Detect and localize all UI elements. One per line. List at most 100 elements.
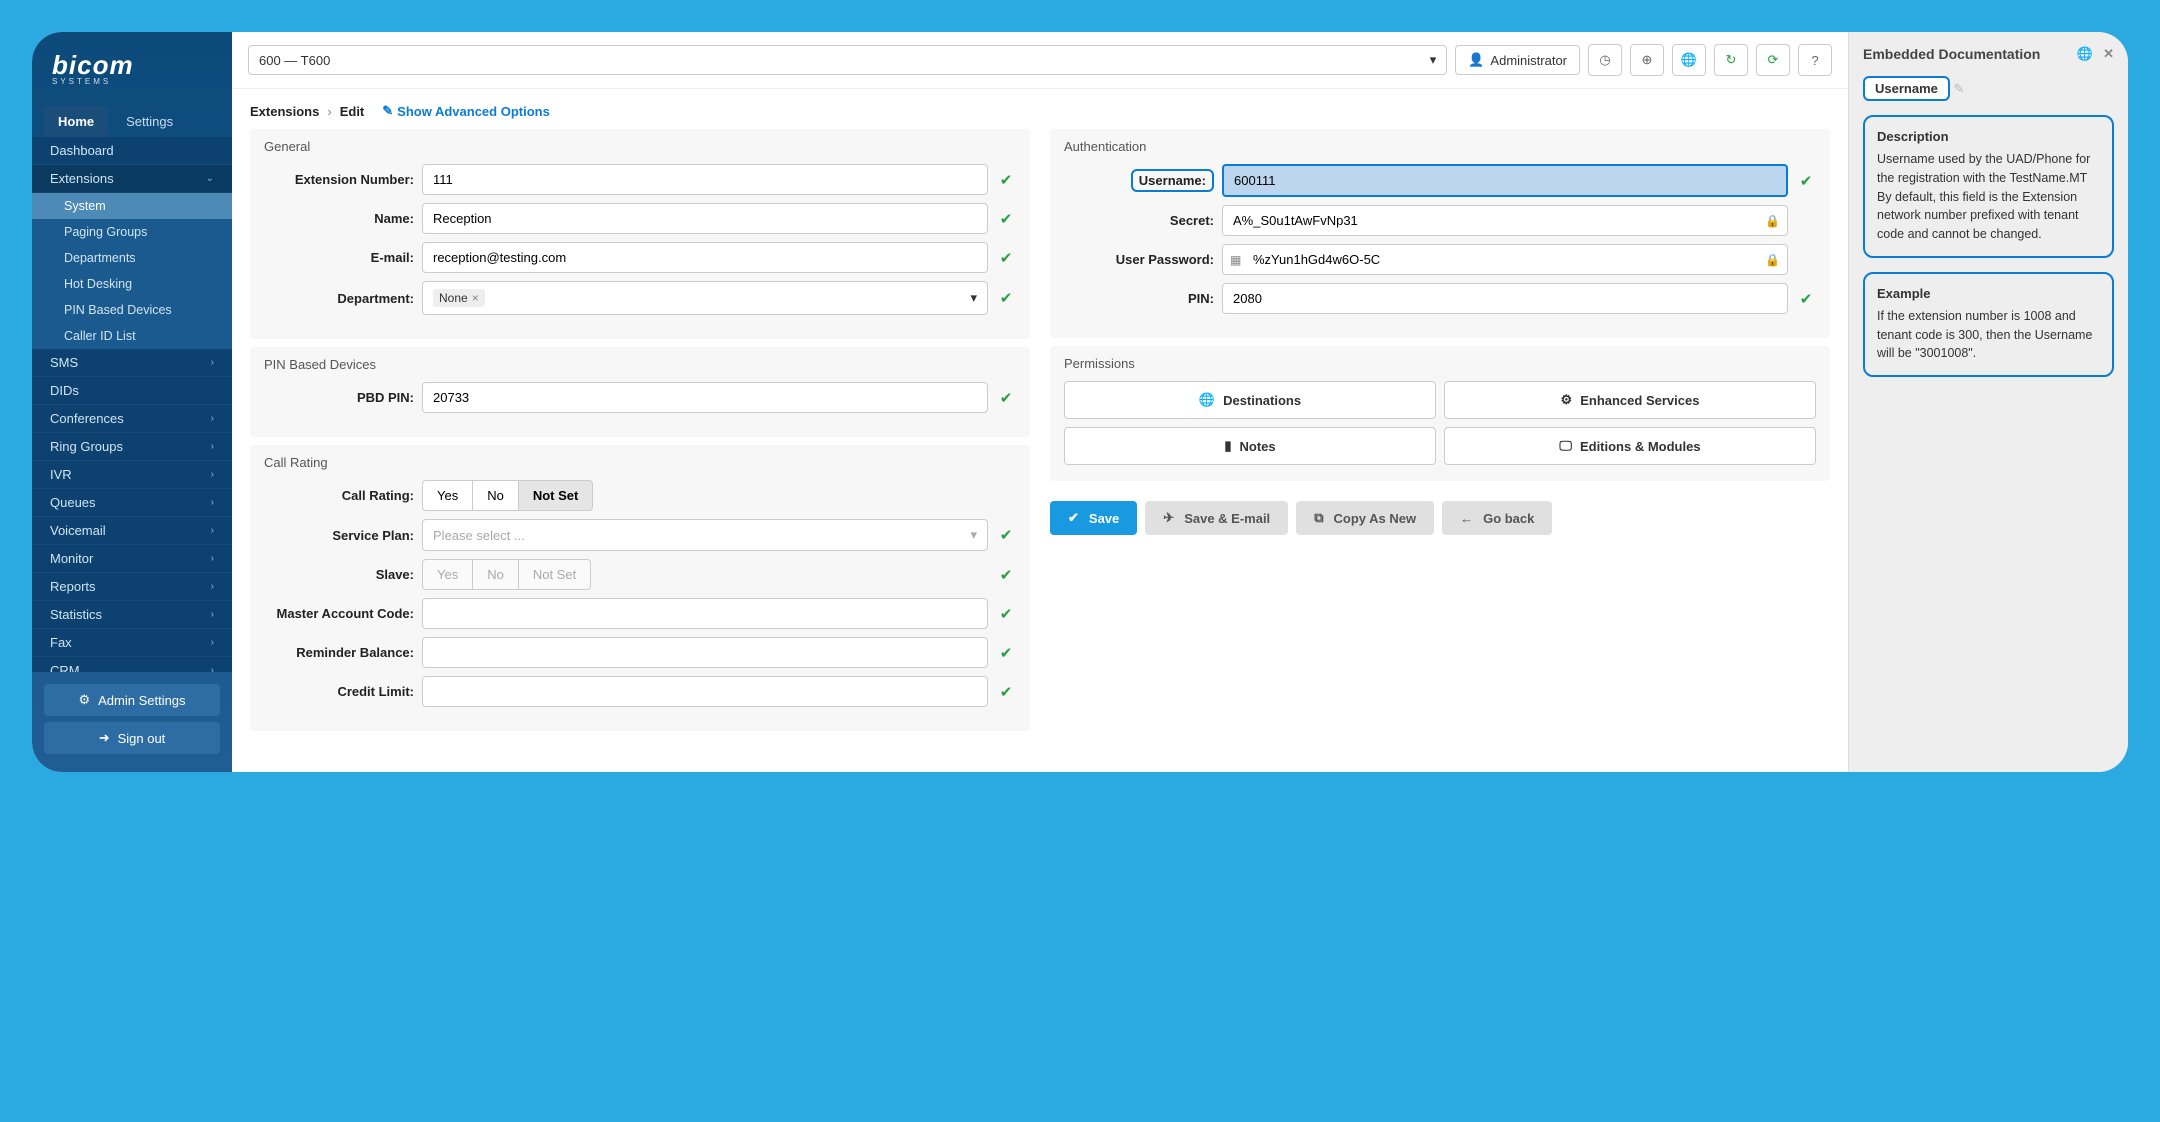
doc-field-tag: Username [1863,76,1950,101]
tab-settings[interactable]: Settings [112,106,187,137]
tenant-select[interactable]: 600 — T600▾ [248,45,1447,75]
email-input[interactable] [422,242,988,273]
user-menu[interactable]: 👤Administrator [1455,45,1580,75]
nav-voicemail[interactable]: Voicemail› [32,517,232,545]
panel-pbd-title: PIN Based Devices [264,357,1016,372]
help-icon-button[interactable]: ? [1798,44,1832,76]
sign-out-button[interactable]: ➜Sign out [44,722,220,754]
check-icon: ✔ [996,683,1016,701]
nav-ext-system[interactable]: System [32,193,232,219]
tab-home[interactable]: Home [44,106,108,137]
master-account-code-input[interactable] [422,598,988,629]
service-plan-select[interactable]: Please select ...▾ [422,519,988,551]
panel-general: General Extension Number:✔ Name:✔ E-mail… [250,129,1030,339]
call-rating-no[interactable]: No [472,480,519,511]
show-advanced-link[interactable]: ✎Show Advanced Options [382,103,550,119]
reminder-balance-input[interactable] [422,637,988,668]
master-account-code-label: Master Account Code: [264,606,414,621]
panel-permissions: Permissions 🌐Destinations ⚙Enhanced Serv… [1050,346,1830,481]
notes-button[interactable]: ▮Notes [1064,427,1436,465]
slave-no: No [472,559,519,590]
save-button[interactable]: ✔Save [1050,501,1137,535]
lock-icon: 🔒 [1765,253,1780,267]
gear-icon: ⚙ [78,692,90,708]
edit-icon[interactable]: ✎ [1954,81,1965,96]
pbd-pin-input[interactable] [422,382,988,413]
save-email-button[interactable]: ✈Save & E-mail [1145,501,1288,535]
slave-toggle: YesNoNot Set [422,559,988,590]
copy-as-new-button[interactable]: ⧉Copy As New [1296,501,1434,535]
chevron-right-icon: › [211,357,214,368]
department-select[interactable]: None×▾ [422,281,988,315]
breadcrumb: Extensions › Edit ✎Show Advanced Options [232,89,1848,129]
check-icon: ✔ [996,566,1016,584]
user-password-input[interactable] [1222,244,1788,275]
remove-tag-icon[interactable]: × [472,291,479,305]
chevron-right-icon: › [211,553,214,564]
slave-label: Slave: [264,567,414,582]
nav-statistics[interactable]: Statistics› [32,601,232,629]
admin-settings-button[interactable]: ⚙Admin Settings [44,684,220,716]
nav-ringgroups[interactable]: Ring Groups› [32,433,232,461]
main: 600 — T600▾ 👤Administrator ◷ ⊕ 🌐 ↻ ⟳ ? E… [232,32,1848,772]
nav-dashboard[interactable]: Dashboard [32,137,232,165]
call-rating-notset[interactable]: Not Set [518,480,594,511]
chevron-right-icon: › [211,469,214,480]
user-icon: 👤 [1468,52,1484,68]
nav-extensions[interactable]: Extensions⌄ [32,165,232,193]
pin-input[interactable] [1222,283,1788,314]
username-input[interactable] [1222,164,1788,197]
nav-conferences[interactable]: Conferences› [32,405,232,433]
nav-queues[interactable]: Queues› [32,489,232,517]
panel-permissions-title: Permissions [1064,356,1816,371]
editions-modules-button[interactable]: 🖵Editions & Modules [1444,427,1816,465]
credit-limit-label: Credit Limit: [264,684,414,699]
nav-ext-departments[interactable]: Departments [32,245,232,271]
nav-sms[interactable]: SMS› [32,349,232,377]
secret-input[interactable] [1222,205,1788,236]
email-label: E-mail: [264,250,414,265]
call-rating-yes[interactable]: Yes [422,480,473,511]
lock-icon: 🔒 [1765,214,1780,228]
go-back-button[interactable]: ←Go back [1442,501,1552,535]
send-icon: ✈ [1163,510,1174,526]
topbar: 600 — T600▾ 👤Administrator ◷ ⊕ 🌐 ↻ ⟳ ? [232,32,1848,89]
doc-panel: Embedded Documentation 🌐 ✕ Username ✎ De… [1848,32,2128,772]
nav-reports[interactable]: Reports› [32,573,232,601]
nav-crm[interactable]: CRM› [32,657,232,672]
call-rating-label: Call Rating: [264,488,414,503]
signout-icon: ➜ [99,730,110,746]
note-icon: ▮ [1224,438,1231,454]
nav-ext-callerid[interactable]: Caller ID List [32,323,232,349]
extension-number-input[interactable] [422,164,988,195]
nav-ivr[interactable]: IVR› [32,461,232,489]
language-icon-button[interactable]: ⊕ [1630,44,1664,76]
username-label: Username: [1064,173,1214,188]
qr-icon: ▦ [1230,253,1241,267]
close-icon[interactable]: ✕ [2103,46,2114,62]
sidebar-footer: ⚙Admin Settings ➜Sign out [32,672,232,772]
nav-dids[interactable]: DIDs [32,377,232,405]
globe-icon[interactable]: 🌐 [2077,46,2093,62]
content: General Extension Number:✔ Name:✔ E-mail… [232,129,1848,772]
crumb-extensions[interactable]: Extensions [250,104,319,119]
reload-icon-button[interactable]: ↻ [1714,44,1748,76]
nav-ext-paging[interactable]: Paging Groups [32,219,232,245]
clock-icon-button[interactable]: ◷ [1588,44,1622,76]
nav-fax[interactable]: Fax› [32,629,232,657]
check-icon: ✔ [1068,510,1079,526]
sync-icon-button[interactable]: ⟳ [1756,44,1790,76]
credit-limit-input[interactable] [422,676,988,707]
chevron-right-icon: › [211,665,214,672]
panel-general-title: General [264,139,1016,154]
nav-ext-pinbased[interactable]: PIN Based Devices [32,297,232,323]
nav-monitor[interactable]: Monitor› [32,545,232,573]
name-input[interactable] [422,203,988,234]
chevron-right-icon: › [211,581,214,592]
user-password-label: User Password: [1064,252,1214,267]
world-icon-button[interactable]: 🌐 [1672,44,1706,76]
nav-ext-hotdesk[interactable]: Hot Desking [32,271,232,297]
destinations-button[interactable]: 🌐Destinations [1064,381,1436,419]
reminder-balance-label: Reminder Balance: [264,645,414,660]
enhanced-services-button[interactable]: ⚙Enhanced Services [1444,381,1816,419]
